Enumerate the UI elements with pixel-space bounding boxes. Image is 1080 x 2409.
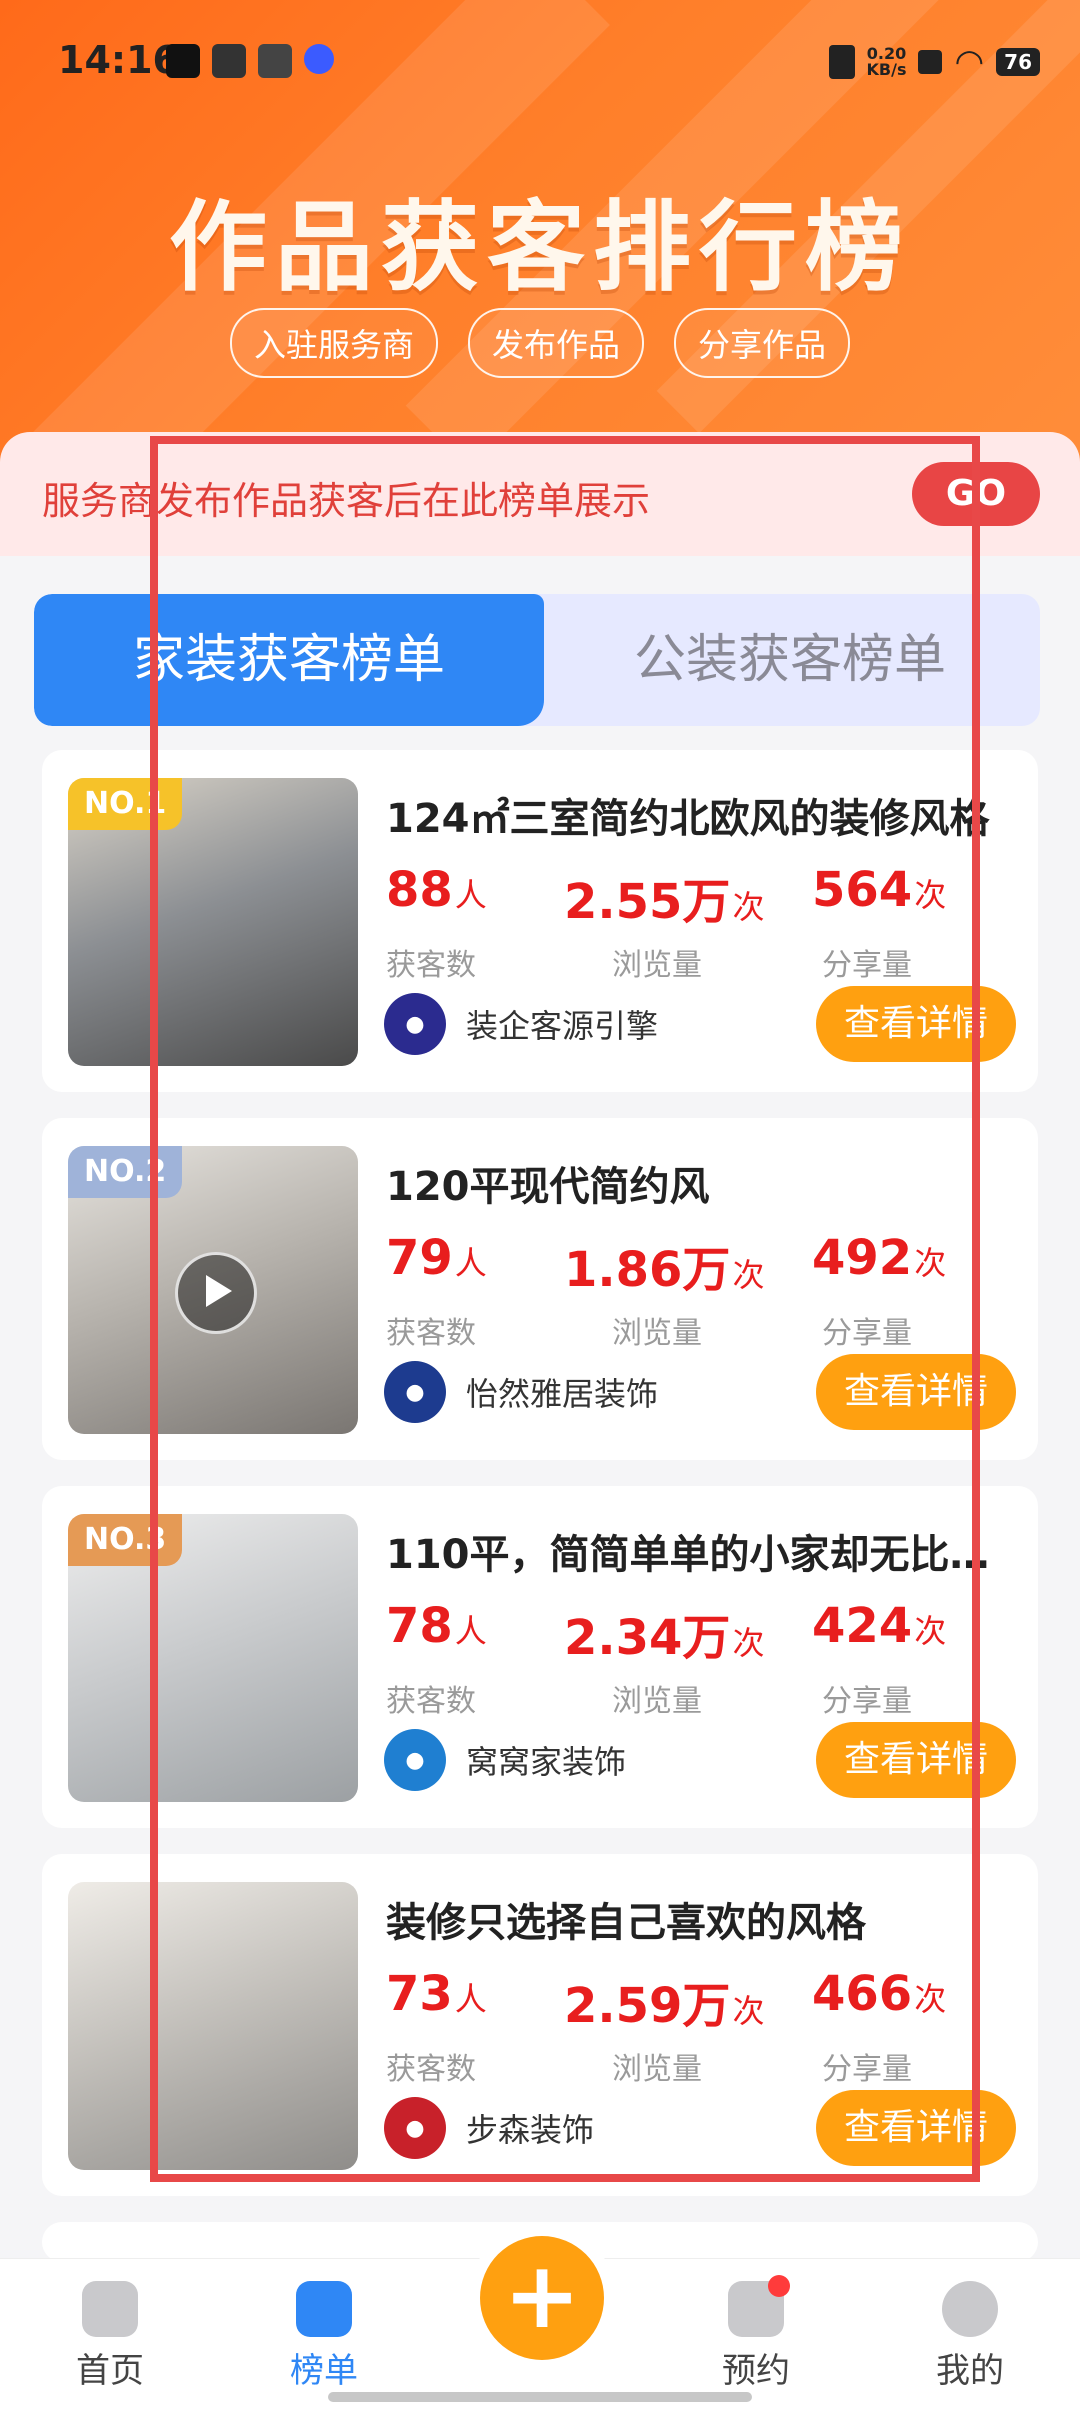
stat-views: 2.59万次 浏览量 (564, 1978, 765, 2087)
room-photo (68, 1882, 358, 2170)
stat-views: 1.86万次 浏览量 (564, 1242, 765, 1351)
view-detail-button[interactable]: 查看详情 (816, 2090, 1016, 2166)
stat-customers: 73人 获客数 (386, 1966, 487, 2087)
stat-customers: 79人 获客数 (386, 1230, 487, 1351)
stat-shares: 424次 分享量 (812, 1598, 947, 1719)
battery-icon: 76 (996, 48, 1040, 76)
play-icon[interactable] (175, 1252, 257, 1334)
list-icon (296, 2281, 352, 2337)
user-icon (942, 2281, 998, 2337)
nav-booking[interactable]: 预约 (676, 2275, 836, 2392)
company-info[interactable]: ● 怡然雅居装饰 (384, 1360, 658, 1424)
rank-badge: NO.2 (68, 1146, 183, 1198)
notice-text: 服务商发布作品获客后在此榜单展示 (42, 479, 651, 523)
stat-customers: 78人 获客数 (386, 1598, 487, 1719)
company-logo-icon: ● (384, 1361, 446, 1423)
chip-join-provider[interactable]: 入驻服务商 (229, 308, 438, 378)
company-name: 装企客源引擎 (466, 1007, 659, 1045)
company-logo-icon: ● (384, 2097, 446, 2159)
rank-card[interactable]: NO.2 120平现代简约风 79人 获客数 1.86万次 浏览量 492次 分… (42, 1118, 1038, 1460)
nav-mine[interactable]: 我的 (890, 2281, 1050, 2392)
app-icon (212, 44, 246, 78)
home-indicator (328, 2392, 752, 2402)
work-title[interactable]: 110平，简简单单的小家却无比温馨 (386, 1522, 1006, 1580)
close-icon (918, 50, 943, 74)
stat-views: 2.34万次 浏览量 (564, 1610, 765, 1719)
rank-list: NO.1 124㎡三室简约北欧风的装修风格 88人 获客数 2.55万次 浏览量… (42, 750, 1038, 2288)
app-icon (304, 44, 334, 74)
nav-rank[interactable]: 榜单 (244, 2281, 404, 2392)
company-logo-icon: ● (384, 993, 446, 1055)
stat-views: 2.55万次 浏览量 (564, 874, 765, 983)
rank-card[interactable]: 装修只选择自己喜欢的风格 73人 获客数 2.59万次 浏览量 466次 分享量… (42, 1854, 1038, 2196)
chip-publish-work[interactable]: 发布作品 (467, 308, 644, 378)
rank-card[interactable]: NO.3 110平，简简单单的小家却无比温馨 78人 获客数 2.34万次 浏览… (42, 1486, 1038, 1828)
hero-banner: 14:16 0.20 KB/s ◠ 76 作品获客排行榜 入驻服务商 发布作品 … (0, 0, 1080, 470)
view-detail-button[interactable]: 查看详情 (816, 986, 1016, 1062)
company-name: 怡然雅居装饰 (466, 1375, 659, 1413)
nav-home[interactable]: 首页 (30, 2281, 190, 2392)
company-name: 窝窝家装饰 (466, 1743, 627, 1781)
rank-badge: NO.3 (68, 1514, 183, 1566)
work-thumbnail[interactable]: NO.3 (68, 1514, 358, 1802)
work-title[interactable]: 120平现代简约风 (386, 1154, 1006, 1212)
rank-tabs: 家装获客榜单 公装获客榜单 (34, 594, 1040, 726)
stat-shares: 466次 分享量 (812, 1966, 947, 2087)
tiktok-icon (166, 44, 200, 78)
chip-share-work[interactable]: 分享作品 (674, 308, 851, 378)
company-info[interactable]: ● 窝窝家装饰 (384, 1728, 626, 1792)
hero-chips: 入驻服务商 发布作品 分享作品 (0, 308, 1080, 378)
home-icon (82, 2281, 138, 2337)
rank-badge: NO.1 (68, 778, 183, 830)
stat-shares: 564次 分享量 (812, 862, 947, 983)
view-detail-button[interactable]: 查看详情 (816, 1722, 1016, 1798)
notification-dot (768, 2275, 790, 2297)
work-title[interactable]: 124㎡三室简约北欧风的装修风格 (386, 786, 1006, 844)
company-name: 步森装饰 (466, 2111, 595, 2149)
tab-home-decoration[interactable]: 家装获客榜单 (34, 594, 544, 726)
rank-card[interactable]: NO.1 124㎡三室简约北欧风的装修风格 88人 获客数 2.55万次 浏览量… (42, 750, 1038, 1092)
vibrate-icon (828, 45, 855, 79)
work-thumbnail[interactable]: NO.1 (68, 778, 358, 1066)
view-detail-button[interactable]: 查看详情 (816, 1354, 1016, 1430)
notice-bar: 服务商发布作品获客后在此榜单展示 GO (0, 432, 1080, 556)
app-icon (258, 44, 292, 78)
add-button[interactable]: + (480, 2236, 604, 2360)
work-title[interactable]: 装修只选择自己喜欢的风格 (386, 1890, 1006, 1948)
stat-customers: 88人 获客数 (386, 862, 487, 983)
company-info[interactable]: ● 装企客源引擎 (384, 992, 658, 1056)
page-title: 作品获客排行榜 (168, 190, 911, 305)
wifi-icon: ◠ (954, 42, 985, 82)
tab-commercial-decoration[interactable]: 公装获客榜单 (540, 594, 1040, 726)
calendar-icon (728, 2275, 790, 2337)
net-speed: 0.20 KB/s (866, 44, 907, 79)
work-thumbnail[interactable]: NO.2 (68, 1146, 358, 1434)
company-info[interactable]: ● 步森装饰 (384, 2096, 594, 2160)
status-bar: 14:16 0.20 KB/s ◠ 76 (0, 0, 1080, 120)
go-button[interactable]: GO (912, 462, 1040, 526)
stat-shares: 492次 分享量 (812, 1230, 947, 1351)
company-logo-icon: ● (384, 1729, 446, 1791)
work-thumbnail[interactable] (68, 1882, 358, 2170)
status-time: 14:16 (58, 38, 179, 82)
